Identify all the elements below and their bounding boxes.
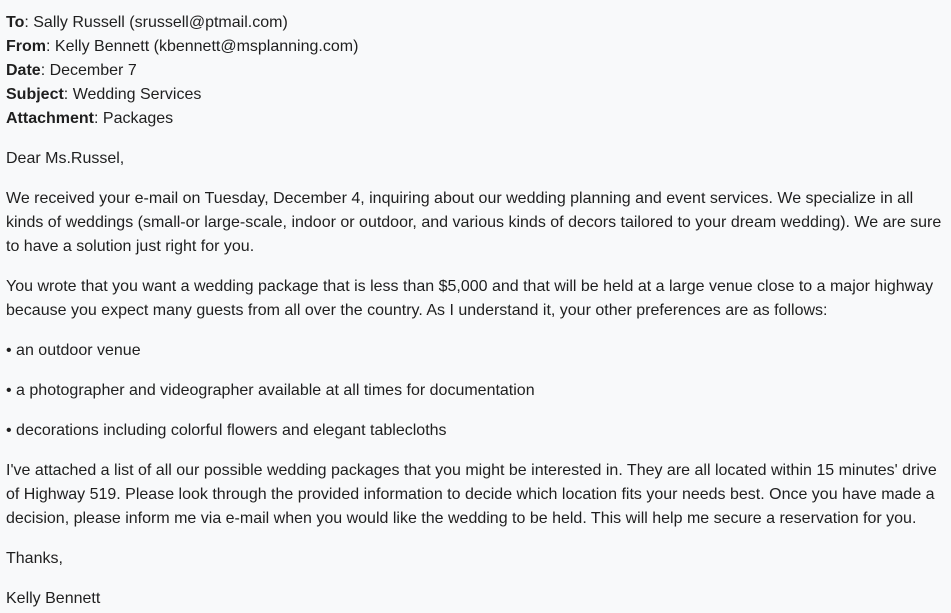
greeting: Dear Ms.Russel,: [6, 150, 125, 167]
to-label: To: [6, 14, 25, 31]
date-line: Date: December 7: [6, 59, 945, 83]
date-value: : December 7: [40, 62, 137, 79]
closing: Thanks,: [6, 550, 63, 567]
from-line: From: Kelly Bennett (kbennett@msplanning…: [6, 35, 945, 59]
signature-name: Kelly Bennett: [6, 590, 101, 607]
subject-label: Subject: [6, 86, 64, 103]
bullet-item: • decorations including colorful flowers…: [6, 422, 447, 439]
attachment-line: Attachment: Packages: [6, 107, 945, 131]
bullet-item: • a photographer and videographer availa…: [6, 382, 535, 399]
body-paragraph-2: You wrote that you want a wedding packag…: [6, 278, 934, 319]
date-label: Date: [6, 62, 41, 79]
to-line: To: Sally Russell (srussell@ptmail.com): [6, 11, 945, 35]
attachment-label: Attachment: [6, 110, 95, 127]
email-message: To: Sally Russell (srussell@ptmail.com) …: [0, 0, 951, 613]
bullet-item: • an outdoor venue: [6, 342, 141, 359]
subject-value: : Wedding Services: [63, 86, 202, 103]
body-paragraph-1: We received your e-mail on Tuesday, Dece…: [6, 190, 942, 255]
body-paragraph-3: I've attached a list of all our possible…: [6, 462, 937, 527]
signature-block: Thanks, Kelly Bennett: [6, 547, 945, 611]
email-headers: To: Sally Russell (srussell@ptmail.com) …: [6, 11, 945, 131]
subject-line: Subject: Wedding Services: [6, 83, 945, 107]
from-value: : Kelly Bennett (kbennett@msplanning.com…: [46, 38, 359, 55]
attachment-value: : Packages: [94, 110, 174, 127]
from-label: From: [6, 38, 46, 55]
to-value: : Sally Russell (srussell@ptmail.com): [24, 14, 288, 31]
